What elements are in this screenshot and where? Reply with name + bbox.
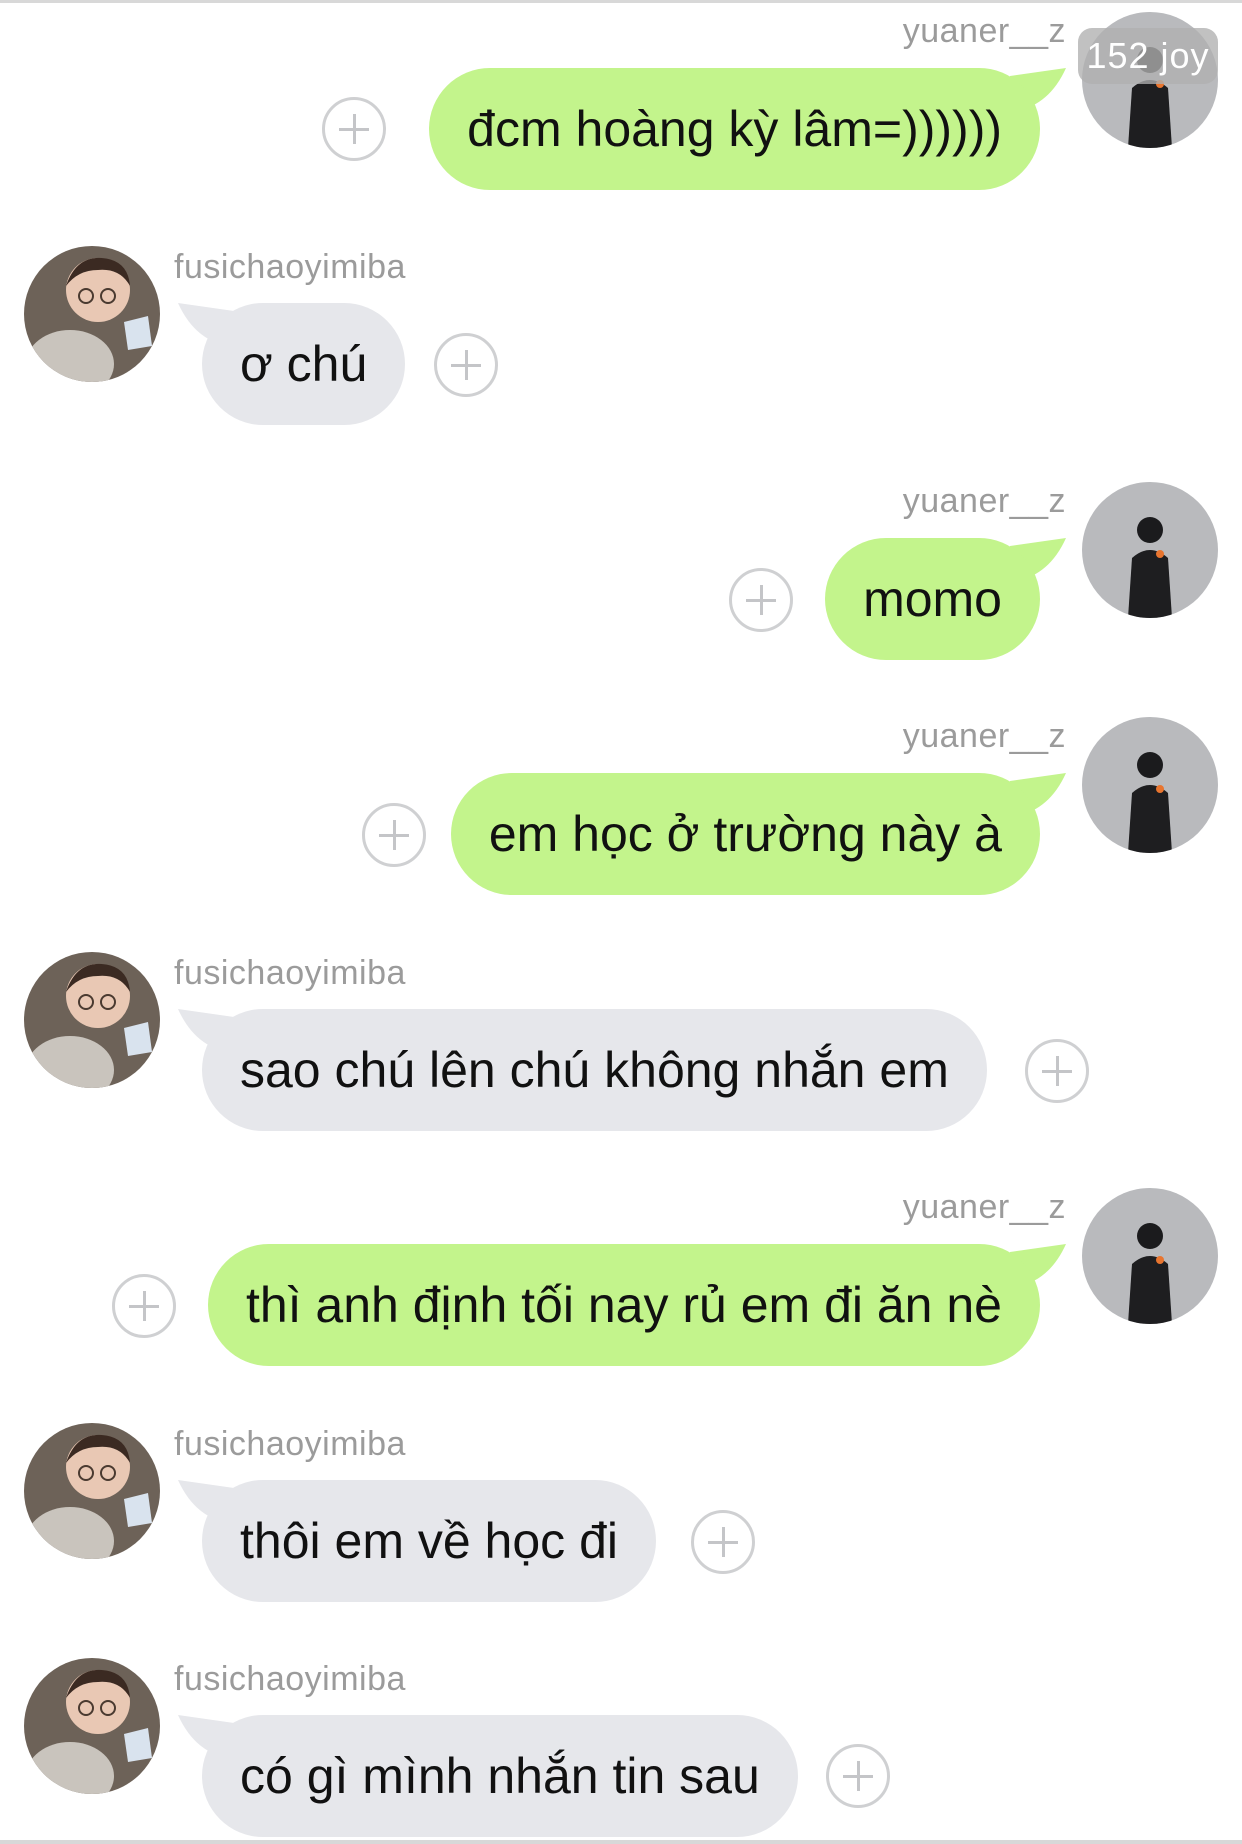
top-edge: [0, 0, 1242, 3]
sticker-count-badge: 152 joy: [1078, 28, 1218, 84]
add-reaction-icon[interactable]: [691, 1510, 755, 1574]
sender-name: yuaner__z: [902, 12, 1066, 50]
incoming-message-bubble[interactable]: ơ chú: [202, 303, 406, 425]
sender-name: yuaner__z: [902, 717, 1066, 755]
add-reaction-icon[interactable]: [112, 1274, 176, 1338]
incoming-message-bubble[interactable]: thôi em về học đi: [202, 1480, 656, 1602]
sender-name: fusichaoyimiba: [174, 1660, 406, 1698]
avatar[interactable]: [1082, 717, 1218, 853]
outgoing-message-bubble[interactable]: đcm hoàng kỳ lâm=)))))): [429, 68, 1040, 190]
sender-name: yuaner__z: [902, 1188, 1066, 1226]
add-reaction-icon[interactable]: [362, 803, 426, 867]
outgoing-message-bubble[interactable]: thì anh định tối nay rủ em đi ăn nè: [207, 1244, 1040, 1366]
sender-name: fusichaoyimiba: [174, 954, 406, 992]
incoming-message-bubble[interactable]: sao chú lên chú không nhắn em: [202, 1009, 987, 1131]
bottom-edge: [0, 1840, 1242, 1844]
add-reaction-icon[interactable]: [434, 333, 498, 397]
add-reaction-icon[interactable]: [1025, 1039, 1089, 1103]
avatar[interactable]: [24, 1423, 160, 1559]
avatar[interactable]: [24, 952, 160, 1088]
sender-name: fusichaoyimiba: [174, 248, 406, 286]
add-reaction-icon[interactable]: [729, 568, 793, 632]
add-reaction-icon[interactable]: [826, 1744, 890, 1808]
outgoing-message-bubble[interactable]: em học ở trường này à: [450, 773, 1040, 895]
avatar[interactable]: [1082, 1188, 1218, 1324]
outgoing-message-bubble[interactable]: momo: [825, 538, 1040, 660]
sender-name: yuaner__z: [902, 482, 1066, 520]
avatar[interactable]: [24, 246, 160, 382]
sender-name: fusichaoyimiba: [174, 1425, 406, 1463]
add-reaction-icon[interactable]: [322, 97, 386, 161]
incoming-message-bubble[interactable]: có gì mình nhắn tin sau: [202, 1715, 798, 1837]
avatar[interactable]: [24, 1658, 160, 1794]
avatar[interactable]: [1082, 482, 1218, 618]
